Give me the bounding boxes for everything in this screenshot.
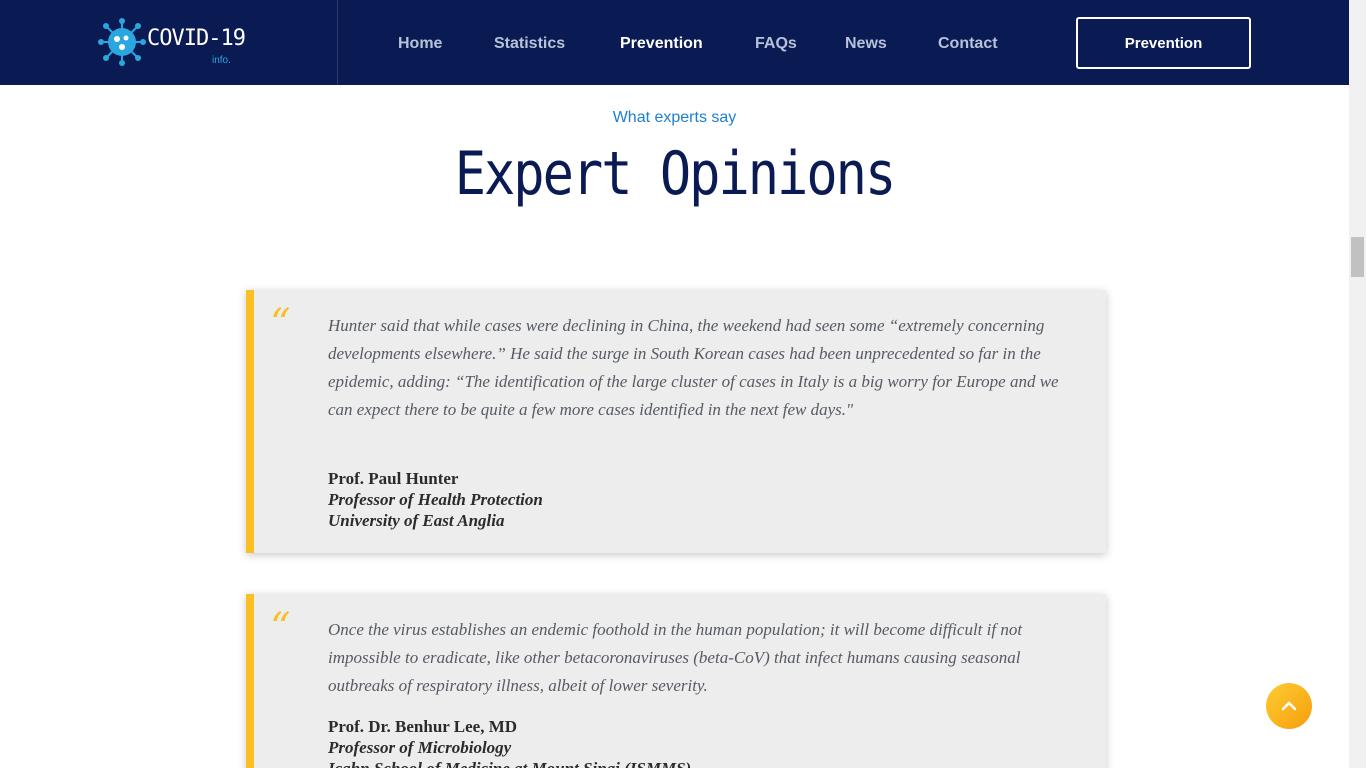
logo-subtext: info. [212,55,231,66]
author-organization: Icahn School of Medicine at Mount Sinai … [328,758,691,768]
quote-author: Prof. Paul Hunter Professor of Health Pr… [328,468,543,531]
chevron-up-icon [1282,701,1296,711]
prevention-cta-button[interactable]: Prevention [1076,17,1251,69]
site-logo[interactable]: COVID-19 info. [98,16,248,68]
expert-quote-card: “ Hunter said that while cases were decl… [246,290,1106,553]
quote-mark-icon: “ [270,605,291,651]
logo-text: COVID-19 [147,26,246,51]
virus-icon [98,18,146,66]
scrollbar-thumb[interactable] [1351,237,1364,277]
nav-link-home[interactable]: Home [398,34,442,54]
author-name: Prof. Paul Hunter [328,469,459,488]
author-title: Professor of Microbiology [328,738,512,757]
section-title: Expert Opinions [454,140,897,209]
section-eyebrow: What experts say [612,109,737,126]
author-organization: University of East Anglia [328,511,505,530]
back-to-top-button[interactable] [1266,683,1312,729]
nav-link-statistics[interactable]: Statistics [494,34,565,54]
nav-divider [337,0,338,85]
nav-link-faqs[interactable]: FAQs [755,34,797,54]
quote-text: Hunter said that while cases were declin… [328,316,1059,419]
nav-link-news[interactable]: News [845,34,887,54]
scrollbar-track[interactable] [1349,0,1366,768]
quote-text: Once the virus establishes an endemic fo… [328,620,1023,695]
author-title: Professor of Health Protection [328,490,543,509]
quote-mark-icon: “ [270,301,291,347]
navbar: COVID-19 info. Home Statistics Preventio… [0,0,1349,85]
quote-author: Prof. Dr. Benhur Lee, MD Professor of Mi… [328,716,691,768]
nav-link-contact[interactable]: Contact [938,34,998,54]
nav-link-prevention[interactable]: Prevention [620,34,703,54]
expert-quote-card: “ Once the virus establishes an endemic … [246,594,1106,768]
author-name: Prof. Dr. Benhur Lee, MD [328,717,518,736]
